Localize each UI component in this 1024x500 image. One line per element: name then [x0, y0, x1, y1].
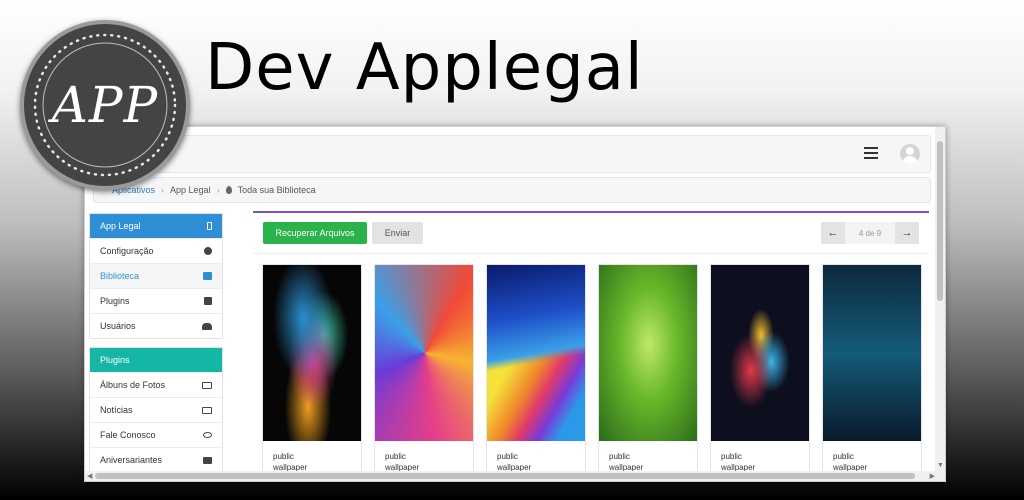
- scroll-left-icon[interactable]: ◀: [87, 472, 92, 480]
- horizontal-scroll-thumb[interactable]: [95, 473, 915, 479]
- user-avatar-icon[interactable]: [900, 144, 920, 164]
- newspaper-icon: [202, 406, 212, 414]
- sidebar-item-configuracao[interactable]: Configuração: [90, 238, 222, 263]
- mobile-icon: [207, 222, 212, 230]
- breadcrumb-separator: ›: [216, 185, 220, 195]
- sidebar-group-plugins: Plugins Álbuns de Fotos Notícias Fale Co…: [89, 347, 223, 473]
- wallpaper-thumbnail[interactable]: [823, 265, 921, 441]
- card-line1: public: [273, 452, 294, 461]
- wallpaper-card[interactable]: public wallpaper: [262, 264, 362, 481]
- scroll-right-icon[interactable]: ▶: [930, 472, 935, 480]
- sidebar-item-biblioteca[interactable]: Biblioteca: [90, 263, 222, 288]
- breadcrumb-item-library: Toda sua Biblioteca: [237, 185, 316, 195]
- sidebar-item-noticias[interactable]: Notícias: [90, 397, 222, 422]
- card-caption: public wallpaper: [711, 441, 809, 473]
- sidebar-item-albuns[interactable]: Álbuns de Fotos: [90, 372, 222, 397]
- wallpaper-thumbnail[interactable]: [487, 265, 585, 441]
- sidebar-item-usuarios[interactable]: Usuários: [90, 313, 222, 338]
- card-line1: public: [385, 452, 406, 461]
- arrow-left-icon[interactable]: ←: [821, 222, 845, 244]
- card-line1: public: [609, 452, 630, 461]
- sidebar-header-label: Plugins: [100, 355, 130, 365]
- sidebar-item-label: Fale Conosco: [100, 430, 156, 440]
- wallpaper-card[interactable]: public wallpaper: [822, 264, 922, 481]
- users-icon: [202, 322, 212, 330]
- image-icon: [202, 381, 212, 389]
- sidebar: App Legal Configuração Biblioteca Plugin…: [89, 213, 223, 481]
- horizontal-scrollbar[interactable]: ◀ ▶: [85, 471, 945, 481]
- breadcrumb-item-app-legal[interactable]: App Legal: [170, 185, 211, 195]
- wallpaper-card[interactable]: public wallpaper: [710, 264, 810, 481]
- vertical-scroll-thumb[interactable]: [937, 141, 943, 301]
- sidebar-header-plugins[interactable]: Plugins: [90, 348, 222, 372]
- gear-icon: [204, 247, 212, 255]
- card-caption: public wallpaper: [375, 441, 473, 473]
- top-navbar: [93, 135, 931, 173]
- wallpaper-thumbnail[interactable]: [375, 265, 473, 441]
- vertical-scrollbar[interactable]: ▼: [935, 127, 945, 471]
- wallpaper-thumbnail[interactable]: [263, 265, 361, 441]
- breadcrumb-separator: ›: [161, 185, 165, 195]
- droplet-icon: [225, 186, 232, 194]
- wallpaper-thumbnail[interactable]: [711, 265, 809, 441]
- browser-window: Aplicativos › App Legal › Toda sua Bibli…: [84, 126, 946, 482]
- sidebar-item-label: Usuários: [100, 321, 136, 331]
- card-line1: public: [721, 452, 742, 461]
- card-line1: public: [833, 452, 854, 461]
- recover-files-button[interactable]: Recuperar Arquivos: [263, 222, 367, 244]
- sidebar-item-label: Álbuns de Fotos: [100, 380, 166, 390]
- divider: [253, 253, 929, 254]
- sidebar-item-label: Notícias: [100, 405, 133, 415]
- banner-title: Dev Applegal: [205, 31, 644, 105]
- card-caption: public wallpaper: [823, 441, 921, 473]
- logo-text: APP: [51, 76, 159, 134]
- card-line1: public: [497, 452, 518, 461]
- pagination: ← 4 de 9 →: [821, 222, 919, 244]
- puzzle-icon: [204, 297, 212, 305]
- sidebar-item-label: Plugins: [100, 296, 130, 306]
- sidebar-item-fale-conosco[interactable]: Fale Conosco: [90, 422, 222, 447]
- scroll-down-icon[interactable]: ▼: [937, 462, 944, 469]
- sidebar-item-label: Aniversariantes: [100, 455, 163, 465]
- sidebar-group-app: App Legal Configuração Biblioteca Plugin…: [89, 213, 223, 339]
- sidebar-item-label: Configuração: [100, 246, 154, 256]
- arrow-right-icon[interactable]: →: [895, 222, 919, 244]
- chat-icon: [203, 432, 212, 438]
- card-caption: public wallpaper: [487, 441, 585, 473]
- page-info: 4 de 9: [845, 222, 895, 244]
- sidebar-header-app-legal[interactable]: App Legal: [90, 214, 222, 238]
- card-caption: public wallpaper: [599, 441, 697, 473]
- sidebar-header-label: App Legal: [100, 221, 141, 231]
- wallpaper-card[interactable]: public wallpaper: [374, 264, 474, 481]
- library-panel: Recuperar Arquivos Enviar ← 4 de 9 → pub…: [253, 211, 929, 481]
- sidebar-item-label: Biblioteca: [100, 271, 140, 281]
- sidebar-item-aniversariantes[interactable]: Aniversariantes: [90, 447, 222, 472]
- breadcrumb: Aplicativos › App Legal › Toda sua Bibli…: [93, 177, 931, 203]
- send-button[interactable]: Enviar: [372, 222, 423, 244]
- sidebar-item-plugins[interactable]: Plugins: [90, 288, 222, 313]
- app-logo: APP: [20, 20, 190, 190]
- wallpaper-card[interactable]: public wallpaper: [486, 264, 586, 481]
- card-caption: public wallpaper: [263, 441, 361, 473]
- book-icon: [203, 272, 212, 280]
- cake-icon: [203, 456, 212, 464]
- wallpaper-card[interactable]: public wallpaper: [598, 264, 698, 481]
- wallpaper-grid: public wallpaper public wallpaper public…: [262, 264, 922, 481]
- wallpaper-thumbnail[interactable]: [599, 265, 697, 441]
- hamburger-icon[interactable]: [864, 147, 878, 161]
